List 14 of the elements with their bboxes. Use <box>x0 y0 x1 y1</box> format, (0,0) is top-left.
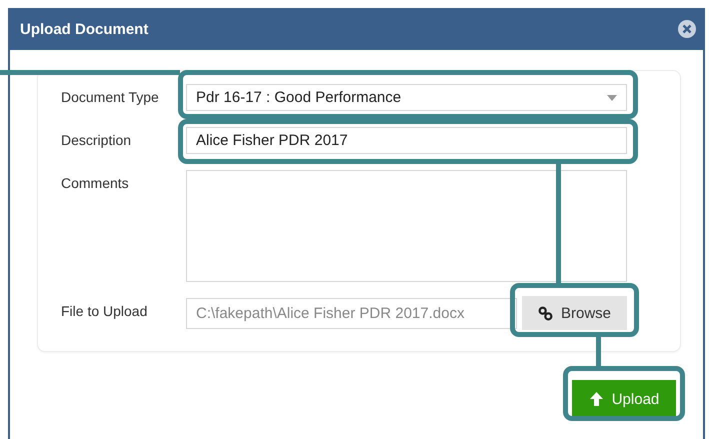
comments-field[interactable] <box>186 170 627 282</box>
caret-icon <box>607 94 617 100</box>
field-label: File to Upload <box>61 302 148 319</box>
link-icon <box>538 306 553 320</box>
window-title: Upload Document <box>20 20 148 38</box>
field-label: Comments <box>61 174 130 191</box>
close-icon[interactable] <box>677 19 697 39</box>
file-path-field[interactable]: C:\fakepath\Alice Fisher PDR 2017.docx <box>186 298 517 329</box>
text-field[interactable]: Alice Fisher PDR 2017 <box>186 127 627 154</box>
field-label: Document Type <box>61 88 160 105</box>
browse-button[interactable]: Browse <box>522 296 627 330</box>
field-label: Description <box>61 131 132 148</box>
up-arrow-icon <box>588 391 604 407</box>
select-field[interactable]: Pdr 16-17 : Good Performance <box>186 84 627 111</box>
